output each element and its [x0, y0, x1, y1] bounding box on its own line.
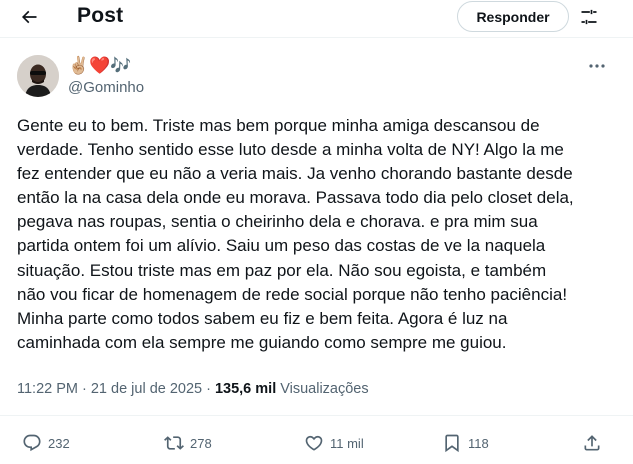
sliders-icon: [581, 9, 597, 25]
repost-icon: [164, 436, 184, 450]
reply-action[interactable]: 232: [22, 430, 70, 456]
tweet-line: verdade. Tenho sentido esse luto desde a…: [17, 140, 564, 160]
display-name[interactable]: ✌🏼❤️🎶: [68, 56, 132, 76]
action-bar: 232 278 11 mil 118: [0, 430, 633, 456]
tweet-time[interactable]: 11:22 PM: [17, 381, 78, 397]
top-bar: Post Responder: [0, 0, 633, 34]
page-title: Post: [77, 4, 124, 27]
tweet-line: situação. Estou triste mas em paz por el…: [17, 260, 547, 280]
back-button[interactable]: [14, 3, 44, 31]
meta-separator: ·: [206, 381, 211, 397]
tweet-line: pegava nas roupas, sentia o cheirinho de…: [17, 212, 538, 232]
bookmark-count: 118: [468, 435, 489, 451]
tweet-line: Gente eu to bem. Triste mas bem porque m…: [17, 116, 540, 135]
filter-settings-button[interactable]: [575, 4, 603, 30]
bookmark-action[interactable]: 118: [442, 430, 489, 456]
more-horizontal-icon: [589, 64, 605, 68]
reply-button[interactable]: Responder: [457, 1, 569, 32]
reply-count: 232: [48, 435, 70, 451]
tweet-text: Gente eu to bem. Triste mas bem porque m…: [17, 114, 617, 355]
share-icon: [584, 435, 600, 451]
heart-icon: [305, 435, 323, 451]
header-divider: [0, 37, 633, 38]
share-action[interactable]: [582, 430, 602, 456]
views-label: Visualizações: [280, 381, 369, 397]
tweet-line: fez entender que eu não a veria mais. Ja…: [17, 164, 573, 184]
repost-count: 278: [190, 435, 212, 451]
user-handle[interactable]: @Gominho: [68, 79, 144, 96]
tweet-line: então la na casa dela onde eu morava. Pa…: [17, 188, 574, 208]
meta-separator: ·: [82, 381, 87, 397]
tweet-line: caminhada com ela sempre me guiando como…: [17, 332, 507, 352]
repost-action[interactable]: 278: [164, 430, 212, 456]
tweet-meta: 11:22 PM · 21 de jul de 2025 · 135,6 mil…: [17, 381, 369, 397]
more-options-button[interactable]: [585, 58, 609, 74]
reply-icon: [23, 434, 41, 452]
avatar[interactable]: [17, 55, 59, 97]
tweet-date[interactable]: 21 de jul de 2025: [91, 381, 202, 397]
like-action[interactable]: 11 mil: [304, 430, 364, 456]
like-count: 11 mil: [330, 435, 364, 451]
bookmark-icon: [445, 434, 459, 453]
actions-divider: [0, 415, 633, 416]
tweet-line: partida ontem foi um alívio. Saiu um pes…: [17, 236, 546, 256]
arrow-left-icon: [21, 10, 37, 24]
tweet-line: Minha parte como todos sabem eu fiz e be…: [17, 308, 508, 328]
views-count[interactable]: 135,6 mil: [215, 381, 276, 397]
avatar-image: [17, 55, 59, 97]
tweet-line: não vou ficar de homenagem de rede socia…: [17, 284, 568, 304]
display-name-emojis: ✌🏼❤️🎶: [68, 56, 132, 75]
